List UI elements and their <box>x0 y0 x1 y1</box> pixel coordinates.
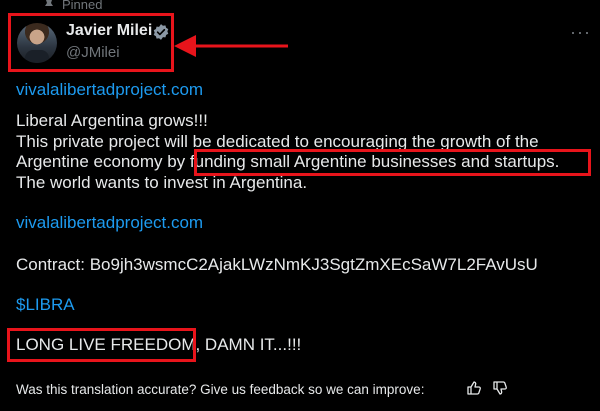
translation-feedback-text: Was this translation accurate? Give us f… <box>16 382 425 397</box>
annotation-box-freedom <box>7 328 196 362</box>
cashtag-libra[interactable]: $LIBRA <box>16 295 75 315</box>
contract-address: Contract: Bo9jh3wsmcC2AjakLWzNmKJ3SgtZmX… <box>16 255 538 274</box>
body-line-1: Liberal Argentina grows!!! <box>16 111 208 130</box>
thumbs-up-icon[interactable] <box>466 380 482 396</box>
body-line-4: The world wants to invest in Argentina. <box>16 173 308 192</box>
link-middle[interactable]: vivalalibertadproject.com <box>16 213 203 233</box>
annotation-box-funding <box>194 149 591 176</box>
more-options-button[interactable]: ··· <box>570 22 591 43</box>
annotation-arrow <box>174 35 288 57</box>
pinned-label: Pinned <box>62 0 103 12</box>
body-line-3-prefix: Argentine economy by <box>16 152 190 171</box>
pin-icon <box>45 0 53 6</box>
closing-rest: DAMN IT...!!! <box>200 335 302 354</box>
link-top[interactable]: vivalalibertadproject.com <box>16 80 203 100</box>
thumbs-down-icon[interactable] <box>492 380 508 396</box>
annotation-box-profile <box>8 13 174 72</box>
